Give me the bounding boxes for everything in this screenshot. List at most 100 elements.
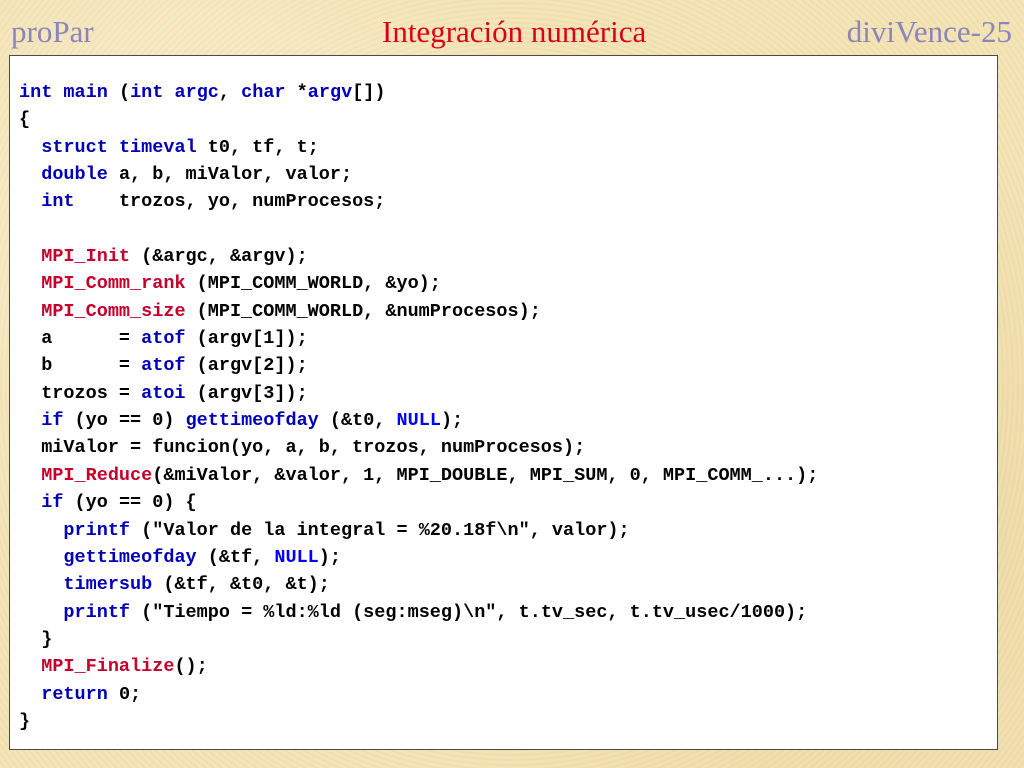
course-title: proPar [11, 14, 94, 49]
code-token: 0; [107, 683, 142, 705]
code-token: timersub [63, 574, 153, 596]
code-token: argv [307, 82, 353, 103]
code-token: * [285, 82, 308, 103]
code-token: (argv[1]); [185, 328, 308, 350]
code-line: int main (int argc, char *argv[]) [19, 79, 818, 106]
slide-title: Integración numérica [382, 14, 647, 49]
code-line: MPI_Reduce(&miValor, &valor, 1, MPI_DOUB… [19, 462, 818, 489]
code-token: atof [141, 328, 186, 350]
slide: { "header": { "left": "proPar", "center"… [0, 0, 1024, 768]
code-line: int trozos, yo, numProcesos; [19, 188, 818, 215]
code-token: (&tf, [196, 546, 275, 568]
code-token: MPI_Comm_size [41, 300, 186, 322]
code-token: NULL [274, 546, 319, 568]
code-line: trozos = atoi (argv[3]); [19, 380, 818, 407]
code-line: miValor = funcion(yo, a, b, trozos, numP… [19, 434, 818, 461]
code-token: printf [63, 601, 131, 623]
code-token: argc [174, 82, 219, 103]
code-line: timersub (&tf, &t0, &t); [19, 571, 818, 598]
code-line: double a, b, miValor, valor; [19, 161, 818, 188]
code-line: struct timeval t0, tf, t; [19, 134, 818, 161]
slide-header: proPar Integración numérica diviVence-25 [0, 0, 1024, 56]
code-token: t0, tf, t; [196, 136, 319, 158]
code-token: (&miValor, &valor, 1, MPI_DOUBLE, MPI_SU… [152, 464, 819, 486]
code-token: ("Tiempo = %ld:%ld (seg:mseg)\n", t.tv_s… [130, 601, 808, 623]
code-token: MPI_Finalize [41, 656, 175, 678]
code-token: struct [41, 136, 108, 158]
code-token: atoi [141, 382, 186, 404]
code-token: atof [141, 355, 186, 377]
code-token: (&argc, &argv); [130, 246, 308, 268]
code-token: a = [19, 328, 142, 350]
code-token: double [41, 164, 108, 186]
code-token: ( [107, 82, 131, 103]
code-token: main [63, 82, 108, 103]
code-line: b = atof (argv[2]); [19, 352, 818, 379]
code-token: miValor = funcion(yo, a, b, trozos, numP… [19, 437, 586, 459]
code-token: timeval [118, 136, 197, 158]
code-line: gettimeofday (&tf, NULL); [19, 544, 818, 571]
code-token: ("Valor de la integral = %20.18f\n", val… [130, 519, 630, 541]
code-token: ); [318, 546, 342, 568]
code-token: printf [63, 519, 131, 541]
code-token: a, b, miValor, valor; [107, 164, 353, 186]
code-line: printf ("Valor de la integral = %20.18f\… [19, 517, 818, 544]
code-line: MPI_Comm_rank (MPI_COMM_WORLD, &yo); [19, 270, 818, 297]
code-token: (MPI_COMM_WORLD, &yo); [185, 273, 441, 295]
code-token: (yo == 0) [63, 410, 186, 432]
code-listing: int main (int argc, char *argv[]){ struc… [19, 79, 818, 735]
code-token: int [41, 191, 75, 213]
code-token: (argv[2]); [185, 355, 308, 377]
code-line: } [19, 626, 818, 653]
code-token: int [130, 82, 164, 103]
code-token: } [19, 628, 53, 650]
code-token: { [19, 109, 31, 131]
code-token: ); [440, 410, 464, 432]
code-token: (argv[3]); [185, 382, 308, 404]
code-line: return 0; [19, 681, 818, 708]
code-token: (yo == 0) { [63, 492, 197, 514]
code-line: MPI_Comm_size (MPI_COMM_WORLD, &numProce… [19, 298, 818, 325]
code-line: MPI_Init (&argc, &argv); [19, 243, 818, 270]
code-line: a = atof (argv[1]); [19, 325, 818, 352]
code-line: MPI_Finalize(); [19, 653, 818, 680]
code-line: } [19, 708, 818, 735]
code-token: trozos, yo, numProcesos; [74, 191, 386, 213]
code-token: []) [352, 82, 386, 103]
code-token: MPI_Reduce [41, 464, 153, 486]
code-token: , [218, 82, 242, 103]
code-token: } [19, 710, 31, 732]
code-line: if (yo == 0) gettimeofday (&t0, NULL); [19, 407, 818, 434]
code-token: (); [174, 656, 208, 678]
code-line: printf ("Tiempo = %ld:%ld (seg:mseg)\n",… [19, 599, 818, 626]
code-token: NULL [396, 410, 441, 432]
code-token: (&tf, &t0, &t); [152, 574, 330, 596]
code-token: gettimeofday [63, 546, 197, 568]
code-token: char [241, 82, 286, 103]
code-panel: int main (int argc, char *argv[]){ struc… [9, 55, 998, 750]
code-line: { [19, 106, 818, 133]
code-token: if [41, 492, 64, 514]
slide-id: diviVence-25 [846, 14, 1012, 49]
code-token: (&t0, [318, 410, 397, 432]
code-token: int [19, 82, 53, 103]
